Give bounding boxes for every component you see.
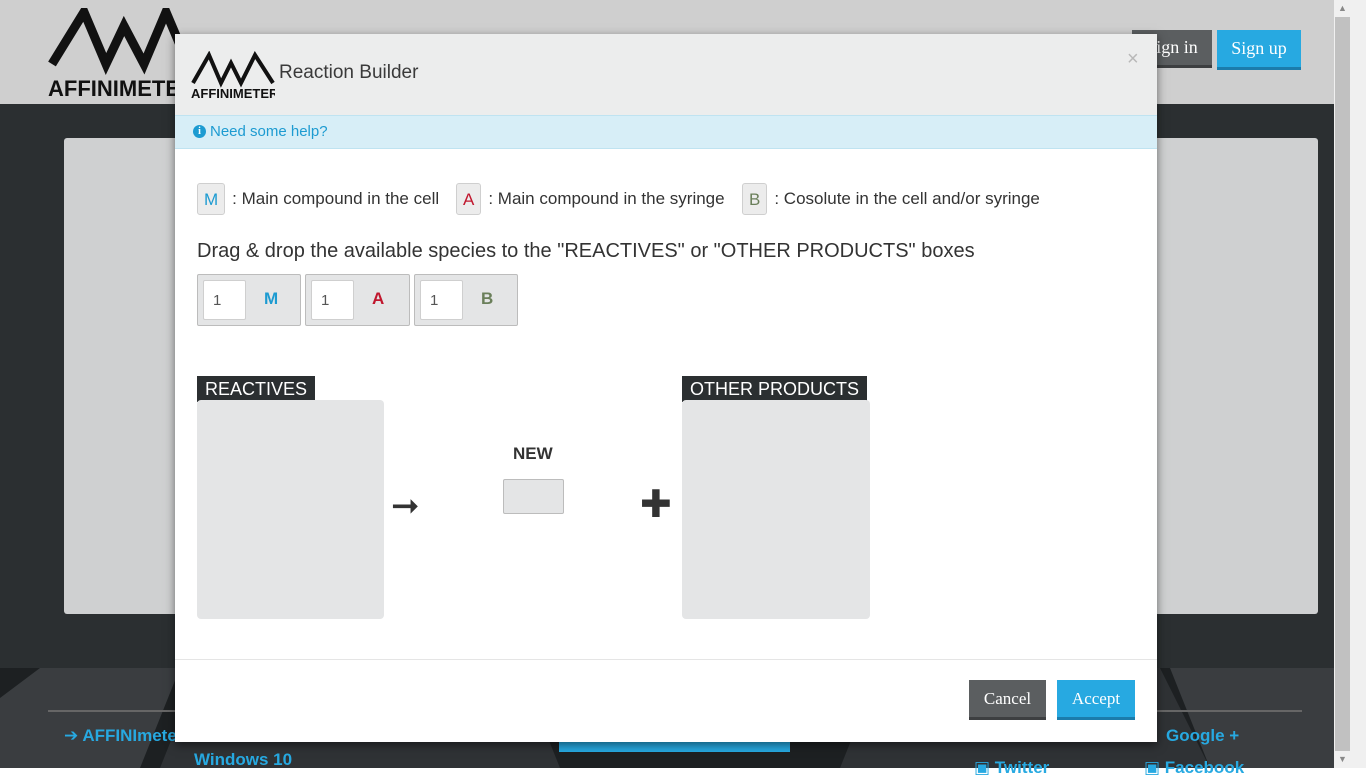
affinimeter-logo-icon: AFFINIMETER (191, 51, 275, 101)
instruction-text: Drag & drop the available species to the… (197, 240, 975, 262)
help-bar: i Need some help? (175, 115, 1157, 149)
reaction-builder-modal: AFFINIMETER Reaction Builder × i Need so… (175, 34, 1157, 742)
new-label: NEW (513, 444, 553, 463)
other-products-label: OTHER PRODUCTS (682, 376, 868, 402)
help-link[interactable]: Need some help? (210, 123, 328, 140)
legend-item-m: M : Main compound in the cell (197, 182, 439, 216)
cancel-button[interactable]: Cancel (969, 680, 1046, 720)
legend-text-a: : Main compound in the syringe (488, 189, 725, 208)
species-chip-m: M (197, 183, 226, 215)
species-chip-a: A (456, 183, 482, 215)
close-icon[interactable]: × (1127, 48, 1139, 71)
scrollbar-thumb[interactable] (1335, 17, 1350, 751)
modal-footer-divider (175, 659, 1157, 660)
species-count-input-m[interactable]: 1 (203, 280, 246, 320)
arrow-right-icon: ➞ (391, 487, 420, 525)
reactives-drop-box[interactable] (197, 400, 384, 619)
legend-text-m: : Main compound in the cell (232, 189, 440, 208)
plus-icon: ✚ (640, 484, 672, 526)
modal-title: Reaction Builder (279, 62, 419, 83)
species-label-a: A (372, 289, 385, 308)
species-label-m: M (264, 289, 279, 308)
species-tile-b[interactable]: 1 B (414, 274, 518, 326)
info-icon: i (193, 125, 206, 138)
accept-button[interactable]: Accept (1057, 680, 1135, 720)
scroll-up-icon[interactable]: ▲ (1335, 0, 1350, 17)
species-tile-a[interactable]: 1 A (305, 274, 410, 326)
modal-logo-text: AFFINIMETER (191, 86, 275, 101)
species-chip-b: B (742, 183, 768, 215)
other-products-drop-box[interactable] (682, 400, 870, 619)
modal-header: AFFINIMETER Reaction Builder × (175, 34, 1157, 116)
new-product-box[interactable] (503, 479, 564, 514)
species-label-b: B (481, 289, 494, 308)
legend-item-a: A : Main compound in the syringe (456, 182, 725, 216)
species-tile-m[interactable]: 1 M (197, 274, 301, 326)
species-count-input-a[interactable]: 1 (311, 280, 354, 320)
legend-text-b: : Cosolute in the cell and/or syringe (774, 189, 1040, 208)
legend-item-b: B : Cosolute in the cell and/or syringe (742, 182, 1040, 216)
scroll-down-icon[interactable]: ▼ (1335, 751, 1350, 768)
species-count-input-b[interactable]: 1 (420, 280, 463, 320)
reactives-label: REACTIVES (197, 376, 316, 402)
